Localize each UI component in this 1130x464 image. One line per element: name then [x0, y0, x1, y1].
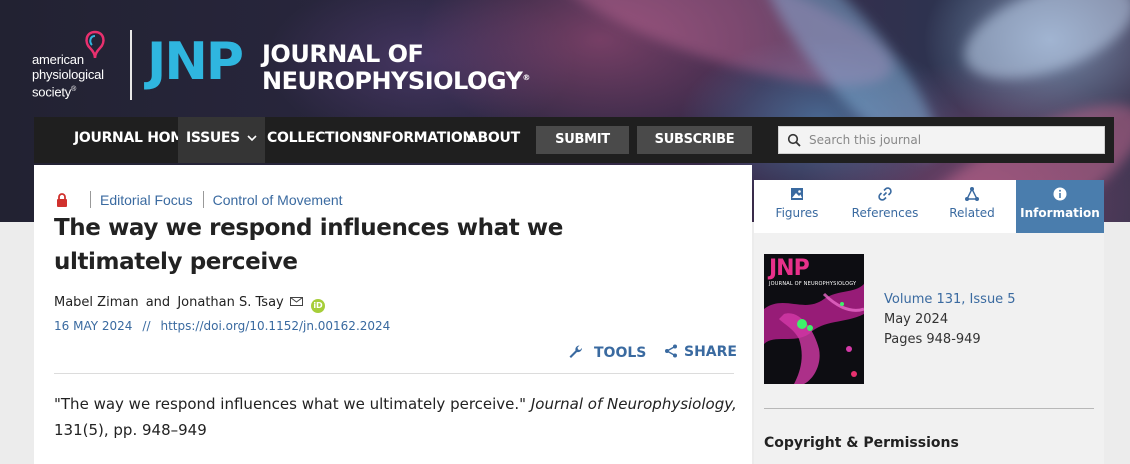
author-link[interactable]: Mabel Ziman [54, 295, 139, 310]
issue-cover-image[interactable]: JNP JOURNAL OF NEUROPHYSIOLOGY [764, 254, 864, 384]
search-input[interactable] [809, 129, 1099, 151]
volume-link[interactable]: Volume 131, Issue 5 [884, 290, 1016, 310]
main-navbar: JOURNAL HOME ISSUES COLLECTIONS INFORMAT… [34, 117, 1114, 163]
breadcrumb: Editorial Focus Control of Movement [90, 191, 343, 208]
share-button[interactable]: SHARE [664, 344, 737, 360]
author-list: Mabel Ziman and Jonathan S. Tsay iD [54, 295, 326, 313]
article-sidebar: Figures References Related Information J… [754, 180, 1104, 464]
breadcrumb-editorial-focus[interactable]: Editorial Focus [100, 192, 193, 208]
chevron-down-icon [246, 135, 257, 142]
sidebar-tabs: Figures References Related Information [754, 180, 1104, 233]
submit-button[interactable]: SUBMIT [536, 126, 629, 154]
author-and: and [145, 295, 171, 310]
tools-button[interactable]: TOOLS [568, 344, 646, 361]
aps-logo[interactable]: american physiological society® [32, 30, 132, 102]
lock-icon [57, 193, 67, 207]
share-icon [665, 344, 677, 358]
sidebar-divider [764, 408, 1094, 409]
copyright-heading[interactable]: Copyright & Permissions [764, 435, 959, 451]
search-icon[interactable] [787, 133, 801, 147]
issue-month: May 2024 [884, 312, 949, 327]
article-card: Editorial Focus Control of Movement The w… [34, 165, 752, 464]
nav-journal-home[interactable]: JOURNAL HOME [74, 117, 193, 163]
tab-information[interactable]: Information [1016, 180, 1104, 233]
journal-name[interactable]: JOURNAL OF NEUROPHYSIOLOGY® [262, 42, 530, 93]
issue-pages: Pages 948-949 [884, 332, 981, 347]
doi-link[interactable]: https://doi.org/10.1152/jn.00162.2024 [161, 319, 391, 333]
wrench-icon [569, 345, 583, 358]
publication-meta: 16 MAY 2024//https://doi.org/10.1152/jn.… [54, 319, 391, 333]
nav-issues[interactable]: ISSUES [178, 117, 265, 163]
image-icon [791, 188, 803, 200]
tab-related[interactable]: Related [932, 180, 1012, 233]
page: american physiological society® JNP JOUR… [0, 0, 1130, 464]
email-icon[interactable] [289, 297, 303, 306]
network-icon [965, 187, 979, 201]
tab-figures[interactable]: Figures [754, 180, 840, 233]
issue-info: Volume 131, Issue 5 May 2024 Pages 948-9… [884, 290, 1016, 350]
nav-about[interactable]: ABOUT [467, 117, 520, 163]
publication-date: 16 MAY 2024 [54, 319, 133, 333]
aps-name: american physiological society® [32, 52, 104, 100]
cover-jnp: JNP [769, 256, 810, 281]
cover-subtitle: JOURNAL OF NEUROPHYSIOLOGY [769, 281, 857, 287]
nav-collections[interactable]: COLLECTIONS [267, 117, 372, 163]
subscribe-button[interactable]: SUBSCRIBE [637, 126, 752, 154]
article-title: The way we respond influences what we ul… [54, 215, 563, 275]
journal-search [778, 126, 1105, 154]
tab-references[interactable]: References [844, 180, 926, 233]
logo-divider [130, 30, 132, 100]
link-icon [878, 187, 892, 201]
author-link[interactable]: Jonathan S. Tsay [177, 295, 283, 310]
orcid-icon[interactable]: iD [311, 299, 326, 313]
jnp-logo[interactable]: JNP [147, 34, 244, 90]
breadcrumb-control-of-movement[interactable]: Control of Movement [213, 192, 343, 208]
nav-information[interactable]: INFORMATION [366, 117, 474, 163]
divider [54, 373, 734, 374]
info-icon [1053, 187, 1067, 201]
citation-text: "The way we respond influences what we u… [54, 395, 737, 439]
